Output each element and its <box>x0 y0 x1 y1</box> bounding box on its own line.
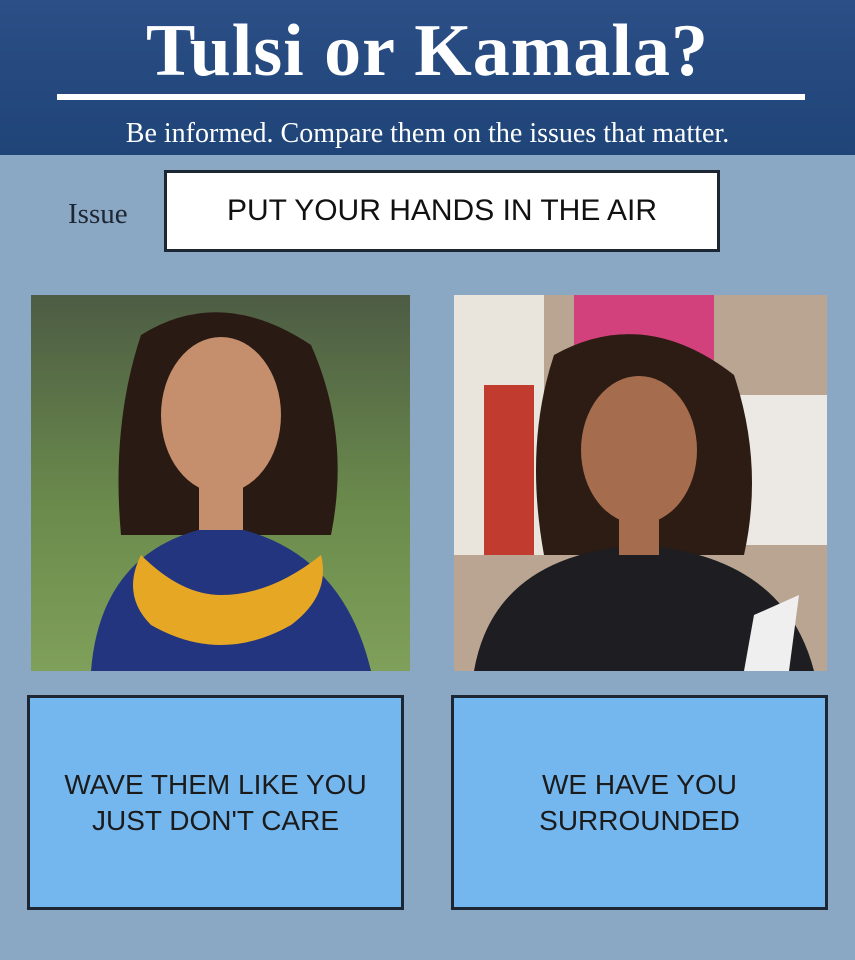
candidate-photo-left <box>31 295 410 671</box>
issue-text-box: PUT YOUR HANDS IN THE AIR <box>164 170 720 252</box>
title-underline <box>57 94 805 100</box>
answer-box-right: WE HAVE YOU SURROUNDED <box>451 695 828 910</box>
issue-text: PUT YOUR HANDS IN THE AIR <box>226 194 658 227</box>
answer-text-left: WAVE THEM LIKE YOU JUST DON'T CARE <box>64 768 367 836</box>
portrait-right-image <box>454 295 827 671</box>
candidate-photo-right <box>454 295 827 671</box>
page-title: Tulsi or Kamala? <box>146 10 709 92</box>
issue-label: Issue <box>68 198 128 230</box>
answer-box-left: WAVE THEM LIKE YOU JUST DON'T CARE <box>27 695 404 910</box>
page-subtitle: Be informed. Compare them on the issues … <box>125 118 730 149</box>
portrait-left-image <box>31 295 410 671</box>
answer-text-right: WE HAVE YOU SURROUNDED <box>539 768 740 836</box>
